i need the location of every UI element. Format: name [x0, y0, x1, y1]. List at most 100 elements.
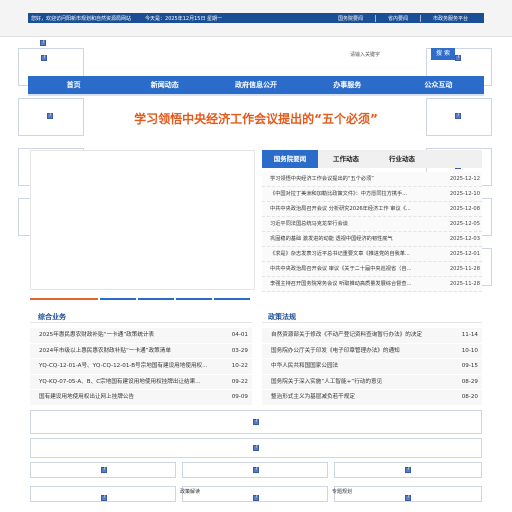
list-item[interactable]: 中共中央政治局召开会议 审议《关于二十届中央巡视省（自... 2025-11-28: [262, 262, 482, 277]
list-item[interactable]: 国务院办公厅关于印发《电子印章管理办法》的通知 10-10: [262, 343, 482, 360]
bottom-link-6[interactable]: [334, 486, 482, 502]
link-service-platform[interactable]: 市政务服务平台: [419, 14, 480, 22]
list-item-title[interactable]: YQ-KQ-07-05-A、B、C宗地国有建设用地使用权挂牌出让结果...: [39, 375, 201, 391]
list-item-date: 09-09: [231, 394, 248, 400]
nav-divider: [28, 94, 484, 96]
list-item-title[interactable]: 整治形式主义为基层减负若干规定: [271, 390, 355, 406]
top-links: 国务院要闻 省内要闻 市政务服务平台: [326, 14, 480, 22]
list-item-date: 2025-12-03: [449, 236, 480, 242]
nav-item-home[interactable]: 首页: [28, 76, 119, 94]
list-item-title[interactable]: 学习领悟中央经济工作会议提出的“五个必须”: [270, 172, 420, 187]
list-item-date: 09-22: [231, 378, 248, 385]
list-item-title[interactable]: 国务院关于深入实施“人工智能+”行动的意见: [271, 375, 382, 391]
broken-image-icon: [253, 466, 259, 473]
list-item[interactable]: YQ-CQ-12-01-A号、YQ-CQ-12-01-B号宗地国有建设用地使用权…: [30, 359, 252, 375]
list-item[interactable]: 李强主持召开国务院常务会议 听取推动高质量发展综合督查... 2025-11-28: [262, 277, 482, 292]
search-button[interactable]: 搜 索: [431, 48, 455, 60]
tab-industry-updates[interactable]: 行业动态: [374, 150, 430, 168]
bottom-link-1[interactable]: [30, 462, 176, 478]
bottom-link-4[interactable]: [30, 486, 176, 502]
list-item-date: 08-29: [461, 378, 478, 385]
list-item-date: 04-01: [231, 332, 248, 338]
list-item-title[interactable]: YQ-CQ-12-01-A号、YQ-CQ-12-01-B号宗地国有建设用地使用权…: [39, 359, 208, 375]
business-list: 2025年惠民惠农财政补贴“一卡通”政策统计表 04-01 2024年市级以上惠民惠…: [30, 328, 252, 406]
divider-bar: [100, 298, 136, 300]
nav-item-gov-info[interactable]: 政府信息公开: [210, 76, 301, 94]
list-item[interactable]: 巩固稳的基础 激发进的动能 透视中国经济的韧性底气 2025-12-03: [262, 232, 482, 247]
list-item-title[interactable]: 习近平同法国总统马克龙举行会谈: [270, 217, 420, 232]
section-divider-bars: [30, 298, 482, 301]
list-item[interactable]: 2025年惠民惠农财政补贴“一卡通”政策统计表 04-01: [30, 328, 252, 344]
search-label: 请输入关键字: [350, 52, 381, 58]
list-item[interactable]: YQ-KQ-07-05-A、B、C宗地国有建设用地使用权挂牌出让结果... 09-…: [30, 374, 252, 391]
list-item-title[interactable]: 中华人民共和国国家公园法: [271, 359, 338, 375]
search-input[interactable]: [382, 49, 430, 58]
list-item-title[interactable]: 国务院办公厅关于印发《电子印章管理办法》的通知: [271, 344, 400, 360]
broken-image-icon: [253, 494, 259, 501]
list-item-date: 2025-12-12: [449, 176, 480, 182]
list-item[interactable]: 习近平同法国总统马克龙举行会谈 2025-12-05: [262, 217, 482, 232]
top-bar: 您好，欢迎访问阳新市规划和自然资源局网站 今天是：2025年12月15日 星期一…: [0, 0, 512, 37]
policy-list: 自然资源部关于修改《不动产登记资料查询暂行办法》的决定 11-14 国务院办公厅关于…: [262, 328, 482, 406]
bottom-link-5[interactable]: [182, 486, 328, 502]
broken-image-icon: [253, 418, 259, 425]
list-item[interactable]: 国务院关于深入实施“人工智能+”行动的意见 08-29: [262, 374, 482, 391]
list-item-title[interactable]: 国有建设用地使用权出让网上挂牌公告: [39, 390, 134, 406]
list-item[interactable]: 《求是》杂志发表习近平总书记重要文章《推进党的自我革... 2025-12-01: [262, 247, 482, 262]
headline-link[interactable]: 学习领悟中央经济工作会议提出的“五个必须”: [60, 110, 452, 127]
broken-image-icon: [455, 112, 461, 119]
bottom-banner-1[interactable]: [30, 410, 482, 434]
broken-image-icon: [253, 444, 259, 451]
divider-bar: [176, 298, 212, 300]
list-item-date: 2025-12-01: [449, 251, 480, 257]
link-state-council-news[interactable]: 国务院要闻: [326, 15, 375, 22]
nav-item-news[interactable]: 新闻动态: [119, 76, 210, 94]
list-item-title[interactable]: 自然资源部关于修改《不动产登记资料查询暂行办法》的决定: [271, 328, 422, 344]
bottom-link-3[interactable]: [334, 462, 482, 478]
link-provincial-news[interactable]: 省内要闻: [374, 14, 420, 22]
tab-state-council[interactable]: 国务院要闻: [262, 150, 318, 168]
list-item-date: 2025-11-28: [449, 266, 480, 272]
list-item[interactable]: 《中国对拉丁美洲和加勒比政策文件》：中方愿同拉方携手... 2025-12-10: [262, 187, 482, 202]
nav-item-services[interactable]: 办事服务: [302, 76, 393, 94]
broken-image-icon: [101, 494, 107, 501]
list-item-title[interactable]: 《中国对拉丁美洲和加勒比政策文件》：中方愿同拉方携手...: [270, 187, 420, 202]
divider-bar: [30, 298, 98, 300]
news-tabs: 国务院要闻 工作动态 行业动态: [262, 150, 482, 168]
tab-work-updates[interactable]: 工作动态: [318, 150, 374, 168]
main-nav: 首页 新闻动态 政府信息公开 办事服务 公众互动: [28, 76, 484, 94]
broken-image-icon: [405, 466, 411, 473]
section-title-policy[interactable]: 政策法规: [268, 312, 296, 322]
broken-image-icon: [101, 466, 107, 473]
list-item[interactable]: 国有建设用地使用权出让网上挂牌公告 09-09: [30, 390, 252, 406]
date-text: 今天是：2025年12月15日 星期一: [145, 15, 223, 22]
list-item-title[interactable]: 中共中央政治局召开会议 审议《关于二十届中央巡视省（自...: [270, 262, 420, 277]
list-item-date: 10-22: [231, 363, 248, 369]
list-item[interactable]: 中华人民共和国国家公园法 09-15: [262, 359, 482, 375]
list-item-date: 2025-12-08: [449, 206, 480, 212]
broken-image-icon: [405, 494, 411, 501]
list-item-title[interactable]: 巩固稳的基础 激发进的动能 透视中国经济的韧性底气: [270, 232, 420, 247]
list-item[interactable]: 中共中央政治局召开会议 分析研究2026年经济工作 审议《... 2025-12-…: [262, 202, 482, 217]
bottom-banner-2[interactable]: [30, 438, 482, 458]
list-item-title[interactable]: 中共中央政治局召开会议 分析研究2026年经济工作 审议《...: [270, 202, 420, 217]
list-item-title[interactable]: 《求是》杂志发表习近平总书记重要文章《推进党的自我革...: [270, 247, 420, 262]
list-item-title[interactable]: 2025年惠民惠农财政补贴“一卡通”政策统计表: [39, 328, 154, 344]
section-line: [262, 322, 482, 323]
list-item[interactable]: 整治形式主义为基层减负若干规定 08-20: [262, 390, 482, 406]
policy-interpretation-label[interactable]: 政策解读: [180, 488, 200, 495]
welcome-text: 您好，欢迎访问阳新市规划和自然资源局网站: [31, 15, 132, 22]
list-item-date: 2025-12-10: [449, 191, 480, 197]
list-item[interactable]: 2024年市级以上惠民惠农财政补贴“一卡通”政策清单 03-29: [30, 343, 252, 360]
section-title-business[interactable]: 综合业务: [38, 312, 66, 322]
nav-item-interaction[interactable]: 公众互动: [393, 76, 484, 94]
list-item[interactable]: 学习领悟中央经济工作会议提出的“五个必须” 2025-12-12: [262, 172, 482, 187]
list-item[interactable]: 自然资源部关于修改《不动产登记资料查询暂行办法》的决定 11-14: [262, 328, 482, 344]
news-carousel[interactable]: [30, 150, 255, 290]
special-planning-label[interactable]: 专题规划: [332, 488, 352, 495]
list-item-title[interactable]: 2024年市级以上惠民惠农财政补贴“一卡通”政策清单: [39, 344, 171, 360]
list-item-title[interactable]: 李强主持召开国务院常务会议 听取推动高质量发展综合督查...: [270, 277, 420, 292]
list-item-date: 03-29: [231, 347, 248, 354]
broken-image-icon: [455, 54, 461, 61]
bottom-link-2[interactable]: [182, 462, 328, 478]
